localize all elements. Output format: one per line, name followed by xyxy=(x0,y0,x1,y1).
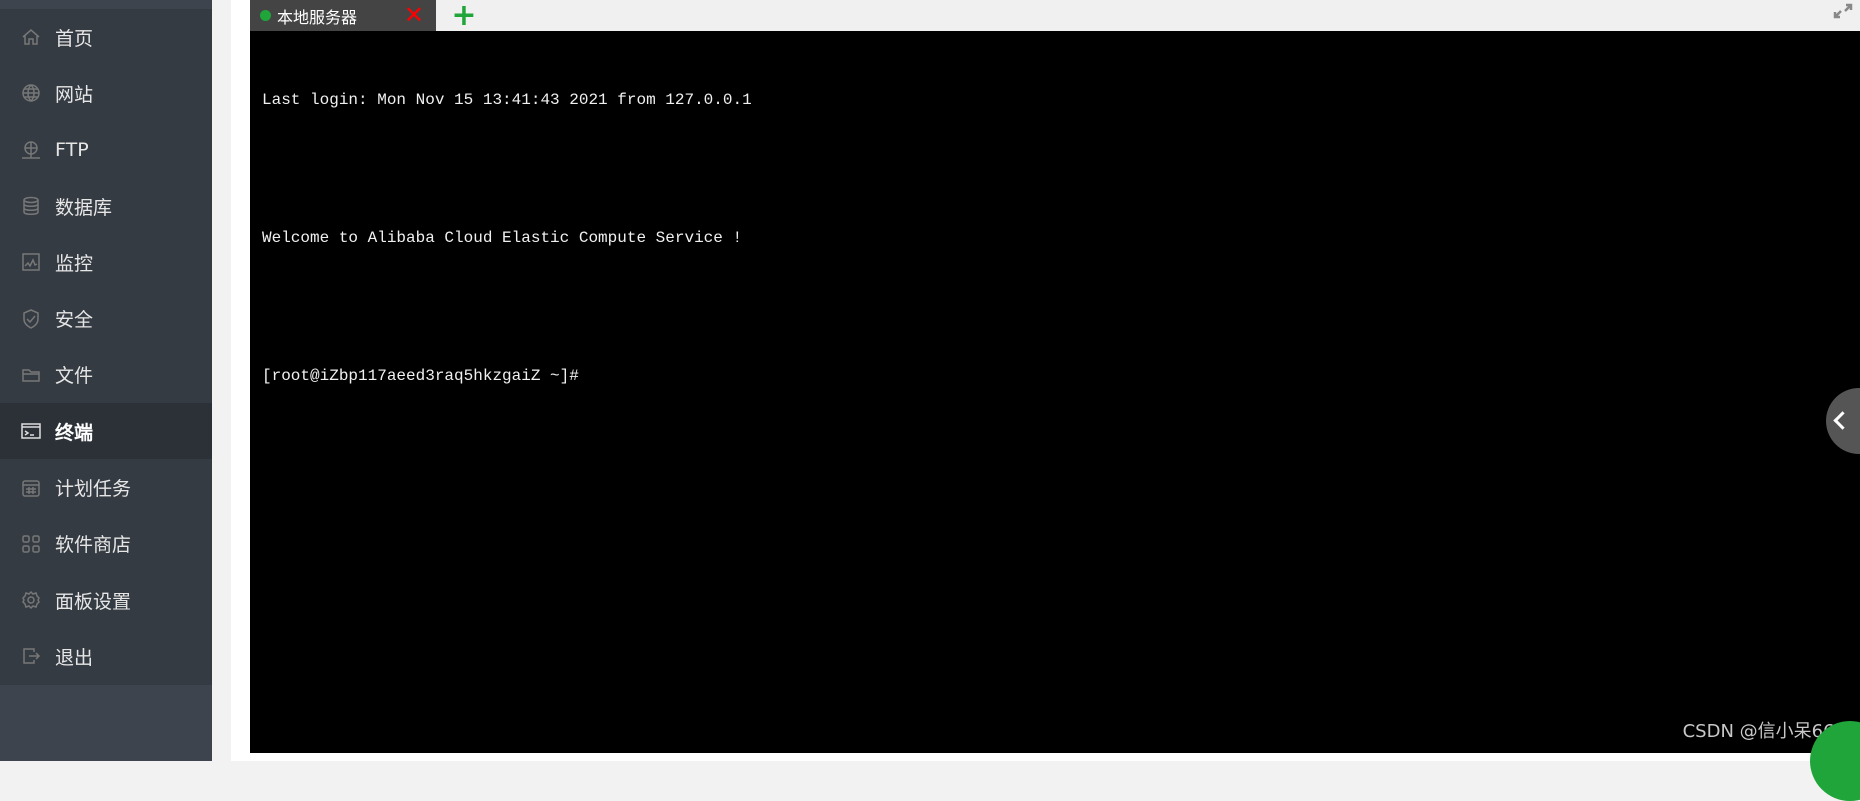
gutter xyxy=(212,0,231,761)
close-tab-icon[interactable]: ✕ xyxy=(404,1,424,29)
tab-local-server[interactable]: 本地服务器 ✕ xyxy=(250,0,436,31)
database-icon xyxy=(21,196,41,216)
terminal-panel: 本地服务器 ✕ + Last login: Mon Nov 15 13:41:4… xyxy=(231,0,1860,801)
shield-icon xyxy=(21,308,41,329)
sidebar-item-label: 网站 xyxy=(55,83,94,106)
sidebar-item-monitor[interactable]: 监控 xyxy=(0,234,212,290)
folder-icon xyxy=(21,365,41,385)
tab-label: 本地服务器 xyxy=(277,7,358,27)
sidebar-item-label: 计划任务 xyxy=(55,478,132,501)
sidebar-item-security[interactable]: 安全 xyxy=(0,290,212,346)
status-dot-icon xyxy=(260,10,271,21)
sidebar-item-logout[interactable]: 退出 xyxy=(0,628,212,684)
sidebar-item-home[interactable]: 首页 xyxy=(0,9,212,65)
sidebar-menu: 首页 网站 FTP 数据库 监控 安全 文件 终端 计划任务 软件商店 面板设置… xyxy=(0,9,212,685)
ftp-icon xyxy=(21,140,41,160)
terminal-prompt: [root@iZbp117aeed3raq5hkzgaiZ ~]# xyxy=(262,367,579,385)
chevron-left-icon xyxy=(1833,411,1852,430)
collapse-panel-button[interactable] xyxy=(1826,388,1860,454)
sidebar-item-database[interactable]: 数据库 xyxy=(0,178,212,234)
sidebar-item-label: FTP xyxy=(55,138,89,161)
sidebar-item-label: 终端 xyxy=(55,421,94,444)
gear-icon xyxy=(21,590,41,610)
sidebar: 首页 网站 FTP 数据库 监控 安全 文件 终端 计划任务 软件商店 面板设置… xyxy=(0,0,212,761)
home-icon xyxy=(21,27,41,47)
sidebar-item-ftp[interactable]: FTP xyxy=(0,122,212,178)
monitor-icon xyxy=(21,252,41,272)
sidebar-item-label: 软件商店 xyxy=(55,534,132,557)
sidebar-item-label: 安全 xyxy=(55,309,94,332)
sidebar-item-label: 文件 xyxy=(55,365,94,388)
sidebar-top xyxy=(0,0,212,9)
terminal-line: Last login: Mon Nov 15 13:41:43 2021 fro… xyxy=(262,91,752,109)
sidebar-item-terminal[interactable]: 终端 xyxy=(0,403,212,460)
calendar-icon xyxy=(21,478,41,498)
terminal-line: Welcome to Alibaba Cloud Elastic Compute… xyxy=(262,229,743,247)
sidebar-item-label: 面板设置 xyxy=(55,590,132,613)
add-tab-button[interactable]: + xyxy=(450,0,478,33)
apps-icon xyxy=(21,534,41,554)
globe-icon xyxy=(21,83,41,103)
sidebar-item-label: 退出 xyxy=(55,646,94,669)
terminal-output[interactable]: Last login: Mon Nov 15 13:41:43 2021 fro… xyxy=(250,31,1860,753)
logout-icon xyxy=(21,646,41,666)
terminal-icon xyxy=(21,421,41,441)
sidebar-item-label: 数据库 xyxy=(55,196,113,219)
sidebar-item-label: 首页 xyxy=(55,27,94,50)
fullscreen-icon[interactable] xyxy=(1832,2,1854,20)
sidebar-item-settings[interactable]: 面板设置 xyxy=(0,572,212,628)
sidebar-item-cron[interactable]: 计划任务 xyxy=(0,459,212,515)
sidebar-item-label: 监控 xyxy=(55,252,94,275)
tab-bar: 本地服务器 ✕ + xyxy=(250,0,1860,33)
sidebar-item-website[interactable]: 网站 xyxy=(0,65,212,121)
sidebar-item-files[interactable]: 文件 xyxy=(0,347,212,403)
sidebar-item-app-store[interactable]: 软件商店 xyxy=(0,516,212,572)
